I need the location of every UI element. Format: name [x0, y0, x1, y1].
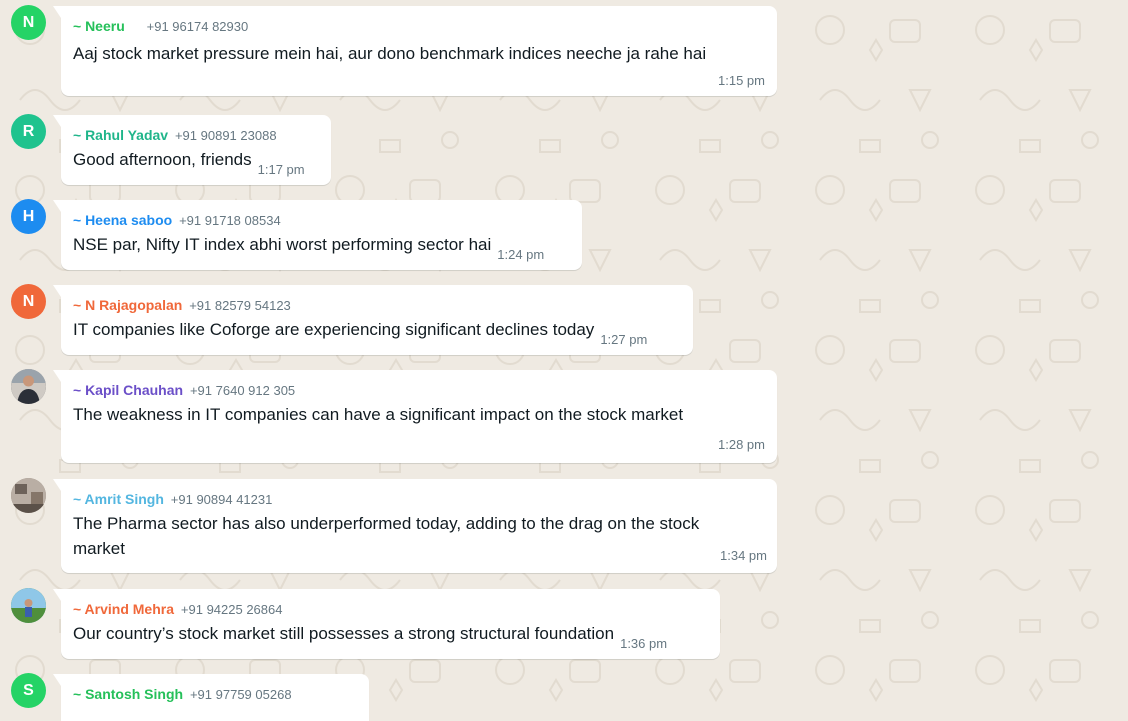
message-bubble[interactable]: ~ N Rajagopalan +91 82579 54123 IT compa…	[53, 285, 693, 355]
message-time: 1:15 pm	[718, 73, 765, 88]
profile-photo	[11, 369, 46, 404]
message-bubble[interactable]: ~ Amrit Singh +91 90894 41231 The Pharma…	[53, 479, 777, 573]
message-time: 1:24 pm	[497, 247, 545, 262]
avatar[interactable]	[11, 588, 46, 623]
message-bubble[interactable]: ~ Rahul Yadav +91 90891 23088 Good after…	[53, 115, 331, 185]
sender-name[interactable]: ~ Heena saboo	[73, 212, 172, 228]
sender-phone: +91 91718 08534	[179, 213, 281, 228]
avatar[interactable]: N	[11, 5, 46, 40]
profile-photo	[11, 588, 46, 623]
avatar[interactable]: R	[11, 114, 46, 149]
message-text: Aaj stock market pressure mein hai, aur …	[73, 44, 707, 63]
message-bubble[interactable]: ~ Santosh Singh +91 97759 05268	[53, 674, 369, 721]
message-text-content: The Pharma sector has also underperforme…	[73, 514, 700, 558]
sender-phone: +91 94225 26864	[180, 602, 283, 617]
message-time: 1:34 pm	[720, 548, 767, 563]
message-header: ~ Arvind Mehra +91 94225 26864	[73, 600, 708, 619]
message-text: IT companies like Coforge are experienci…	[73, 317, 681, 347]
message-text-content: Our country’s stock market still possess…	[73, 624, 615, 643]
message-text-content: IT companies like Coforge are experienci…	[73, 320, 595, 339]
message-time: 1:27 pm	[600, 332, 648, 347]
message-bubble[interactable]: ~ Neeru +91 96174 82930 Aaj stock market…	[53, 6, 777, 96]
avatar[interactable]	[11, 478, 46, 513]
message-text: Our country’s stock market still possess…	[73, 621, 708, 651]
message-text-content: Good afternoon, friends	[73, 150, 252, 169]
message-bubble[interactable]: ~ Heena saboo +91 91718 08534 NSE par, N…	[53, 200, 582, 270]
message-header: ~ Neeru +91 96174 82930	[73, 17, 765, 36]
sender-name[interactable]: ~ Kapil Chauhan	[73, 382, 183, 398]
message-bubble[interactable]: ~ Kapil Chauhan +91 7640 912 305 The wea…	[53, 370, 777, 463]
sender-phone: +91 82579 54123	[189, 298, 291, 313]
avatar[interactable]: H	[11, 199, 46, 234]
sender-phone: +91 90894 41231	[170, 492, 273, 507]
chat-message-list[interactable]: N ~ Neeru +91 96174 82930 Aaj stock mark…	[0, 0, 1128, 721]
sender-phone: +91 7640 912 305	[189, 383, 296, 398]
sender-name[interactable]: ~ Arvind Mehra	[73, 601, 174, 617]
message-header: ~ Heena saboo +91 91718 08534	[73, 211, 570, 230]
message-header: ~ Santosh Singh +91 97759 05268	[73, 685, 357, 704]
message-header: ~ Rahul Yadav +91 90891 23088	[73, 126, 319, 145]
sender-phone: +91 96174 82930	[146, 19, 249, 34]
message-time: 1:36 pm	[620, 636, 668, 651]
message-time: 1:17 pm	[257, 162, 305, 177]
message-header: ~ Amrit Singh +91 90894 41231	[73, 490, 765, 509]
message-text-content: NSE par, Nifty IT index abhi worst perfo…	[73, 235, 492, 254]
sender-name[interactable]: ~ Santosh Singh	[73, 686, 183, 702]
avatar[interactable]: S	[11, 673, 46, 708]
sender-name[interactable]: ~ N Rajagopalan	[73, 297, 182, 313]
profile-photo	[11, 478, 46, 513]
message-bubble[interactable]: ~ Arvind Mehra +91 94225 26864 Our count…	[53, 589, 720, 659]
sender-name[interactable]: ~ Amrit Singh	[73, 491, 164, 507]
message-text: The weakness in IT companies can have a …	[73, 405, 684, 424]
message-text: The Pharma sector has also underperforme…	[73, 511, 767, 563]
sender-phone: +91 90891 23088	[174, 128, 277, 143]
sender-name[interactable]: ~ Rahul Yadav	[73, 127, 168, 143]
sender-name[interactable]: ~ Neeru	[73, 18, 125, 34]
message-header: ~ N Rajagopalan +91 82579 54123	[73, 296, 681, 315]
message-header: ~ Kapil Chauhan +91 7640 912 305	[73, 381, 765, 400]
sender-phone: +91 97759 05268	[189, 687, 292, 702]
message-time: 1:28 pm	[718, 437, 765, 452]
avatar[interactable]	[11, 369, 46, 404]
avatar[interactable]: N	[11, 284, 46, 319]
message-text: NSE par, Nifty IT index abhi worst perfo…	[73, 232, 570, 262]
message-text: Good afternoon, friends 1:17 pm	[73, 147, 319, 177]
